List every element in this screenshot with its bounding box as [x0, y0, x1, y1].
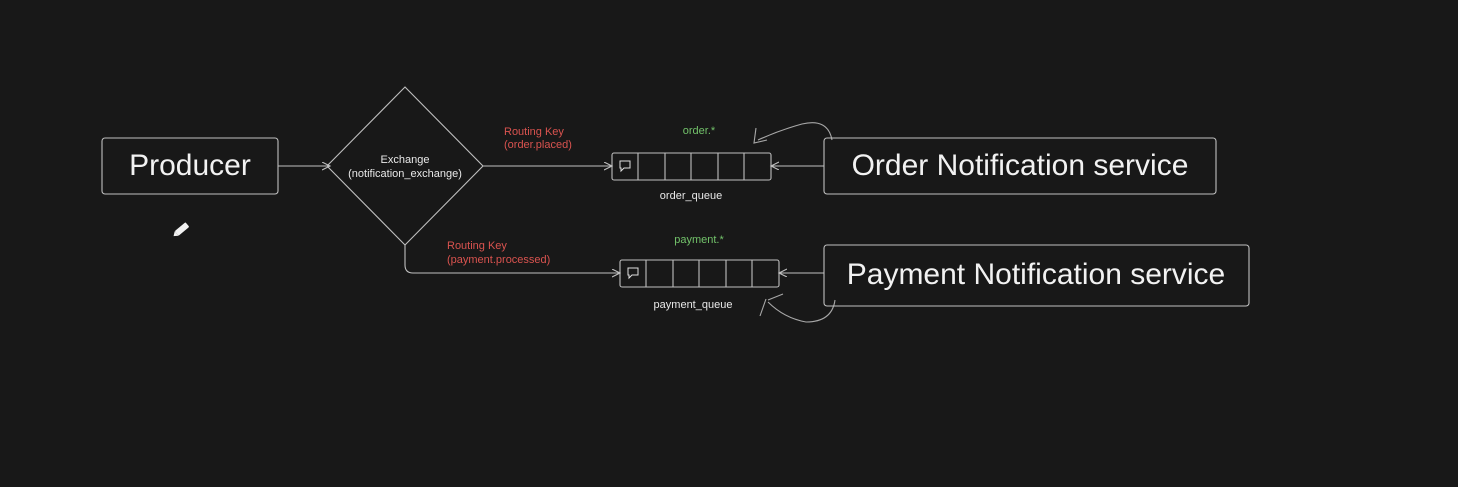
order-service-label: Order Notification service — [852, 149, 1189, 182]
payment-queue[interactable]: payment.* payment_queue — [619, 234, 780, 311]
order-routing-key-value: (order.placed) — [504, 139, 572, 151]
exchange-subtitle: (notification_exchange) — [348, 168, 462, 180]
payment-routing-key-value: (payment.processed) — [447, 254, 550, 266]
order-queue[interactable]: order.* order_queue — [611, 125, 772, 202]
diagram-canvas: Producer Exchange (notification_exchange… — [101, 86, 1250, 323]
payment-notification-service-node[interactable]: Payment Notification service — [823, 244, 1250, 307]
message-icon — [619, 160, 631, 173]
order-sketch-arrow — [753, 122, 833, 144]
message-icon — [627, 267, 639, 280]
producer-label: Producer — [129, 149, 251, 182]
exchange-node[interactable]: Exchange (notification_exchange) — [326, 86, 484, 246]
exchange-diamond — [326, 86, 484, 246]
producer-node[interactable]: Producer — [101, 137, 279, 195]
order-notification-service-node[interactable]: Order Notification service — [823, 137, 1217, 195]
exchange-title: Exchange — [381, 154, 430, 166]
pencil-icon — [173, 222, 189, 237]
payment-binding-pattern: payment.* — [674, 234, 724, 246]
payment-routing-key-label: Routing Key — [447, 240, 507, 252]
payment-service-label: Payment Notification service — [847, 258, 1226, 291]
order-routing-key-label: Routing Key — [504, 126, 564, 138]
order-binding-pattern: order.* — [683, 125, 716, 137]
payment-queue-name: payment_queue — [654, 299, 733, 311]
order-queue-name: order_queue — [660, 190, 722, 202]
